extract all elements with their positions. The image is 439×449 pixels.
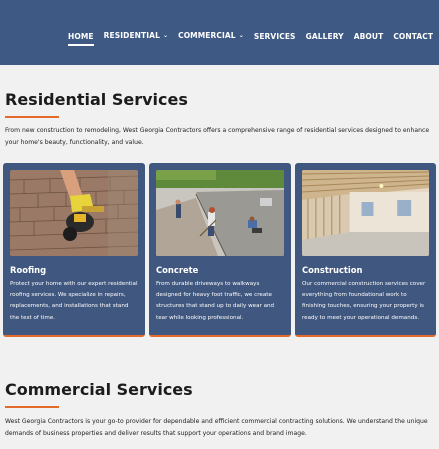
roofing-card-title: Roofing: [10, 265, 47, 275]
nav-residential-link[interactable]: RESIDENTIAL ⌄: [104, 31, 168, 41]
construction-service-card[interactable]: Construction Our commercial construction…: [295, 163, 436, 337]
residential-title-underline: [5, 116, 59, 118]
nav-gallery-link[interactable]: GALLERY: [306, 32, 344, 41]
nav-residential-label: RESIDENTIAL: [103, 31, 160, 40]
construction-image: [302, 170, 429, 256]
construction-card-title: Construction: [302, 265, 363, 275]
commercial-section-title: Commercial Services: [5, 380, 193, 399]
nav-contact-link[interactable]: CONTACT: [393, 32, 433, 41]
roofing-card-text: Protect your home with our expert reside…: [10, 281, 138, 321]
chevron-down-icon: ⌄: [162, 32, 169, 39]
nav-services-link[interactable]: SERVICES: [254, 32, 296, 41]
residential-intro-text: From new construction to remodeling, Wes…: [5, 127, 430, 146]
top-navigation-bar: HOME RESIDENTIAL ⌄ COMMERCIAL ⌄ SERVICES G…: [0, 0, 439, 65]
construction-card-text: Our commercial construction services cov…: [302, 281, 426, 321]
concrete-service-card[interactable]: Concrete From durable driveways to walkw…: [149, 163, 291, 337]
concrete-image: [156, 170, 284, 256]
roofing-image: [10, 170, 138, 256]
residential-section-title: Residential Services: [5, 90, 188, 109]
concrete-card-text: From durable driveways to walkways desig…: [156, 281, 275, 321]
nav-menu: HOME RESIDENTIAL ⌄ COMMERCIAL ⌄ SERVICES G…: [68, 31, 433, 46]
chevron-down-icon: ⌄: [238, 32, 244, 39]
nav-commercial-link[interactable]: COMMERCIAL ⌄: [178, 31, 244, 41]
commercial-intro-text: West Georgia Contractors is your go-to p…: [5, 418, 428, 437]
commercial-title-underline: [5, 406, 59, 408]
nav-commercial-label: COMMERCIAL: [178, 31, 236, 40]
nav-about-link[interactable]: ABOUT: [354, 32, 384, 41]
concrete-card-title: Concrete: [156, 265, 199, 275]
roofing-service-card[interactable]: Roofing Protect your home with our exper…: [3, 163, 145, 337]
nav-home-link[interactable]: HOME: [68, 32, 94, 46]
